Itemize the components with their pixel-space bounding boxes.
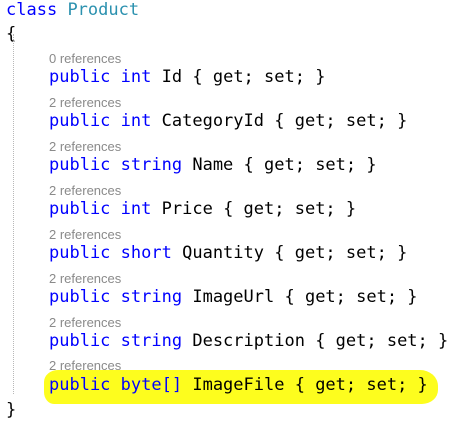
accessors: { get; set; }	[223, 199, 357, 219]
codelens-references[interactable]: 2 references	[49, 139, 121, 155]
accessors: { get; set; }	[274, 111, 408, 131]
modifier-keyword: public	[49, 155, 111, 175]
modifier-keyword: public	[49, 287, 111, 307]
codelens-references[interactable]: 2 references	[49, 315, 121, 331]
property-name: Quantity	[182, 243, 264, 263]
property-name: Name	[192, 155, 234, 175]
property-name: ImageFile	[192, 375, 285, 395]
modifier-keyword: public	[49, 199, 111, 219]
type-keyword: byte[]	[120, 375, 183, 395]
codelens-references[interactable]: 2 references	[49, 227, 121, 243]
accessors: { get; set; }	[274, 243, 408, 263]
accessors: { get; set; }	[294, 375, 428, 395]
property-line-name[interactable]: public string Name { get; set; }	[49, 155, 377, 175]
class-declaration-line[interactable]: class Product	[6, 0, 139, 20]
class-keyword: class	[6, 0, 58, 20]
codelens-references[interactable]: 2 references	[49, 358, 121, 374]
property-name: ImageUrl	[192, 287, 275, 307]
codelens-references[interactable]: 2 references	[49, 183, 121, 199]
property-name: CategoryId	[161, 111, 264, 131]
modifier-keyword: public	[49, 243, 111, 263]
property-line-id[interactable]: public int Id { get; set; }	[49, 67, 325, 87]
code-editor[interactable]: class Product { 0 references public int …	[0, 0, 470, 424]
accessors: { get; set; }	[243, 155, 377, 175]
type-keyword: int	[120, 199, 152, 219]
property-line-imagefile[interactable]: public byte[] ImageFile { get; set; }	[49, 375, 428, 395]
indent-guide	[13, 34, 14, 394]
property-name: Id	[161, 67, 183, 87]
class-name: Product	[67, 0, 140, 20]
close-brace: }	[6, 400, 17, 420]
type-keyword: string	[120, 155, 183, 175]
property-name: Price	[161, 199, 213, 219]
codelens-references[interactable]: 0 references	[49, 51, 121, 67]
property-line-description[interactable]: public string Description { get; set; }	[49, 331, 448, 351]
property-line-categoryid[interactable]: public int CategoryId { get; set; }	[49, 111, 407, 131]
modifier-keyword: public	[49, 375, 111, 395]
property-name: Description	[192, 331, 305, 351]
codelens-references[interactable]: 2 references	[49, 271, 121, 287]
accessors: { get; set; }	[192, 67, 326, 87]
modifier-keyword: public	[49, 111, 111, 131]
type-keyword: string	[120, 331, 183, 351]
accessors: { get; set; }	[315, 331, 449, 351]
property-line-price[interactable]: public int Price { get; set; }	[49, 199, 356, 219]
codelens-references[interactable]: 2 references	[49, 95, 121, 111]
property-line-imageurl[interactable]: public string ImageUrl { get; set; }	[49, 287, 418, 307]
modifier-keyword: public	[49, 331, 111, 351]
type-keyword: int	[120, 111, 152, 131]
open-brace: {	[6, 24, 17, 44]
modifier-keyword: public	[49, 67, 111, 87]
type-keyword: short	[120, 243, 172, 263]
type-keyword: int	[120, 67, 152, 87]
property-line-quantity[interactable]: public short Quantity { get; set; }	[49, 243, 407, 263]
accessors: { get; set; }	[284, 287, 418, 307]
type-keyword: string	[120, 287, 183, 307]
